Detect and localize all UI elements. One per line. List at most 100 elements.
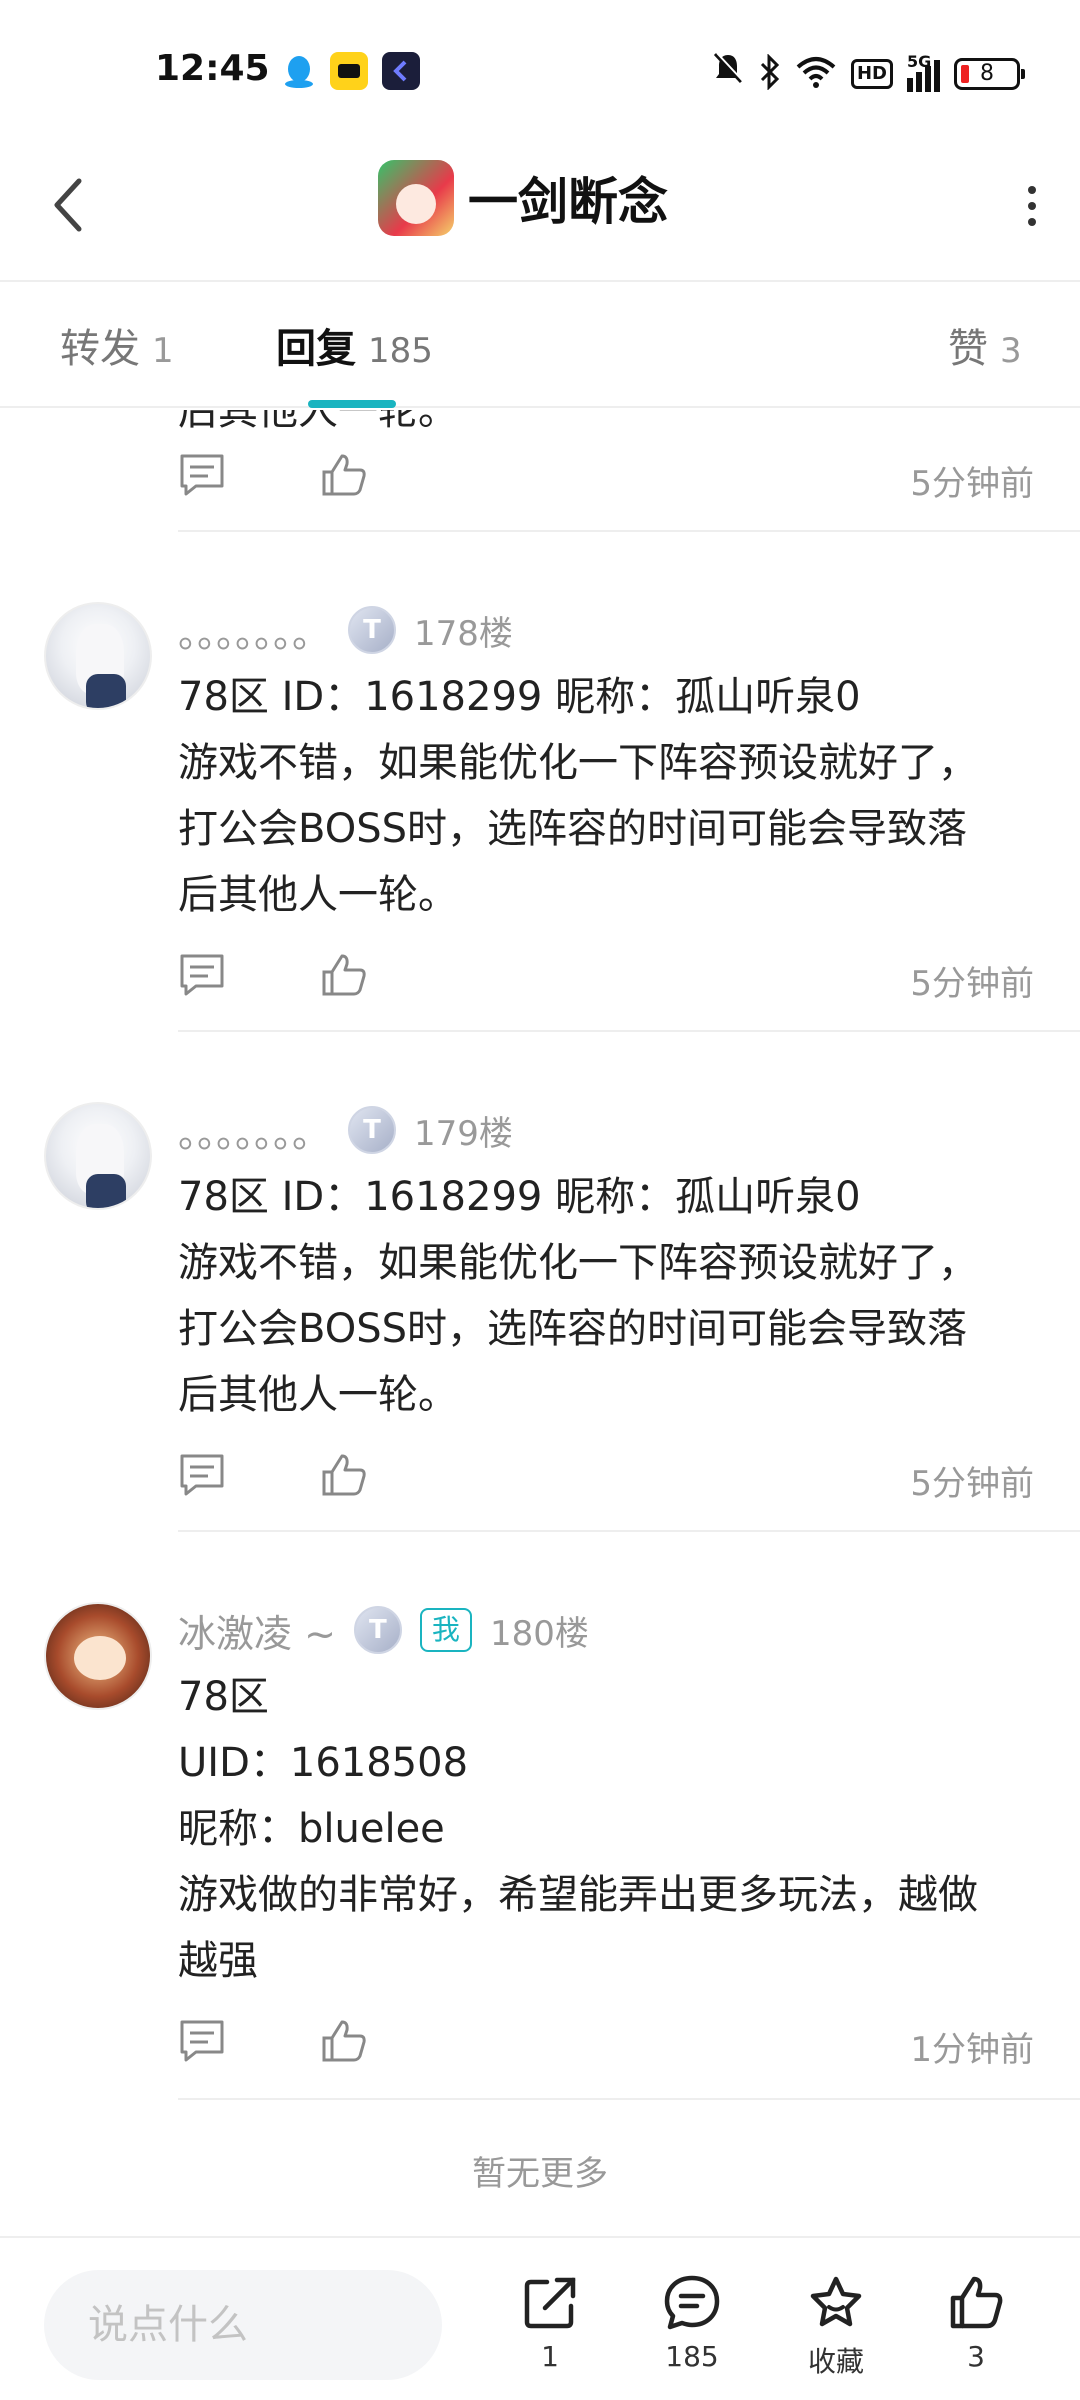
floor-number: 179楼 [414, 1113, 513, 1154]
tab-reply[interactable]: 回复 185 [276, 316, 433, 374]
comment-actions: 5分钟前 [178, 1452, 1034, 1512]
reply-list[interactable]: 后其他人一轮。 5分钟前 。。。。。。。 T 178楼 78区 ID：16182… [0, 410, 1080, 2230]
hd-label: HD [850, 58, 893, 89]
bottom-bar: 1 185 收藏 3 [0, 2236, 1080, 2400]
comment-text: 78区 ID：1618299 昵称：孤山听泉0 游戏不错，如果能优化一下阵容预设… [178, 664, 1038, 928]
top-app-bar: 一剑断念 [0, 130, 1080, 282]
partial-comment-text: 后其他人一轮。 [178, 410, 458, 434]
game-logo [378, 160, 454, 236]
comment-line: 打公会BOSS时，选阵容的时间可能会导致落 [178, 806, 968, 852]
thumbs-up-icon[interactable] [320, 952, 370, 1002]
wifi-icon [795, 55, 837, 93]
chat-bubble-icon [664, 2275, 720, 2330]
level-badge-icon: T [348, 606, 397, 654]
like-count: 3 [967, 2340, 985, 2373]
share-icon [524, 2277, 576, 2329]
thumbs-up-icon[interactable] [320, 2018, 370, 2068]
tab-bar: 转发 1 回复 185 赞 3 [0, 284, 1080, 408]
signal-icon: 5G [907, 52, 940, 92]
favorite-label: 收藏 [807, 2345, 864, 2378]
tab-like-label: 赞 [948, 326, 988, 372]
divider [178, 530, 1080, 532]
active-tab-indicator [308, 400, 396, 408]
title-area: 一剑断念 [378, 160, 668, 236]
divider [178, 1530, 1080, 1532]
comment-line: 78区 [178, 1674, 269, 1720]
comment-line: 游戏不错，如果能优化一下阵容预设就好了， [178, 1240, 978, 1286]
comment-time: 5分钟前 [910, 1464, 1034, 1504]
comment-text: 78区 UID：1618508 昵称：bluelee 游戏做的非常好，希望能弄出… [178, 1664, 1038, 1994]
share-count: 1 [541, 2340, 559, 2373]
comment-line: UID：1618508 [178, 1740, 469, 1786]
comment-actions: 1分钟前 [178, 2018, 1034, 2078]
network-label: 5G [907, 51, 932, 71]
battery-level: 8 [980, 61, 994, 86]
share-button[interactable]: 1 [500, 2274, 600, 2373]
reply-count: 185 [665, 2340, 719, 2373]
comment-line: 打公会BOSS时，选阵容的时间可能会导致落 [178, 1306, 968, 1352]
comment-line: 游戏做的非常好，希望能弄出更多玩法，越做 [178, 1872, 978, 1918]
level-badge-icon: T [348, 1106, 397, 1154]
thumbs-up-icon[interactable] [320, 452, 370, 502]
page-title: 一剑断念 [468, 173, 668, 231]
thumbs-up-icon[interactable] [320, 1452, 370, 1502]
chevron-left-icon [54, 178, 82, 232]
tab-like[interactable]: 赞 3 [948, 316, 1022, 374]
comment-header: 。。。。。。。 T 178楼 [178, 602, 513, 658]
nickname[interactable]: 冰激凌 ~ [178, 1603, 336, 1658]
comment-line: 78区 ID：1618299 昵称：孤山听泉0 [178, 1174, 861, 1220]
avatar[interactable] [44, 1602, 152, 1710]
comment-time: 5分钟前 [910, 464, 1034, 504]
no-more-label: 暂无更多 [472, 2154, 608, 2194]
more-vertical-icon [1028, 186, 1036, 194]
level-badge-icon: T [353, 1606, 402, 1654]
status-indicators: HD 5G 8 [711, 50, 1025, 97]
avatar[interactable] [44, 602, 152, 710]
tab-forward-label: 转发 [60, 326, 140, 372]
back-button[interactable] [38, 170, 98, 240]
comment-header: 冰激凌 ~ T 我 180楼 [178, 1602, 589, 1658]
tab-reply-label: 回复 [276, 326, 356, 372]
reply-comment-icon[interactable] [178, 452, 228, 502]
comment-text: 78区 ID：1618299 昵称：孤山听泉0 游戏不错，如果能优化一下阵容预设… [178, 1164, 1038, 1428]
divider [178, 1030, 1080, 1032]
reply-button[interactable]: 185 [642, 2274, 742, 2373]
comment-line: 78区 ID：1618299 昵称：孤山听泉0 [178, 674, 861, 720]
like-button[interactable]: 3 [926, 2274, 1026, 2373]
comment-line: 游戏不错，如果能优化一下阵容预设就好了， [178, 740, 978, 786]
tab-forward-count: 1 [152, 331, 174, 371]
qq-icon [280, 52, 318, 90]
star-icon [810, 2276, 862, 2327]
nickname[interactable]: 。。。。。。。 [178, 1103, 330, 1158]
comment-time: 5分钟前 [910, 964, 1034, 1004]
battery-icon: 8 [954, 57, 1025, 90]
favorite-button[interactable]: 收藏 [786, 2274, 886, 2380]
thumbs-up-icon [950, 2276, 1003, 2329]
comment-actions: 5分钟前 [178, 452, 1034, 512]
avatar[interactable] [44, 1102, 152, 1210]
comment-time: 1分钟前 [910, 2030, 1034, 2070]
reply-comment-icon[interactable] [178, 1452, 228, 1502]
tab-like-count: 3 [1000, 331, 1022, 371]
comment-line: 昵称：bluelee [178, 1806, 445, 1852]
tab-forward[interactable]: 转发 1 [60, 316, 174, 374]
floor-number: 178楼 [414, 613, 513, 654]
status-time: 12:45 [155, 48, 270, 89]
comment-line: 后其他人一轮。 [178, 872, 458, 918]
kuaishou-icon [330, 52, 368, 90]
app-icon [382, 52, 420, 90]
comment-input[interactable] [44, 2270, 442, 2380]
comment-line: 后其他人一轮。 [178, 1372, 458, 1418]
floor-number: 180楼 [489, 1613, 589, 1654]
me-tag: 我 [419, 1608, 472, 1652]
bluetooth-icon [759, 52, 781, 94]
comment-actions: 5分钟前 [178, 952, 1034, 1012]
mute-bell-icon [711, 50, 745, 97]
status-bar: 12:45 HD 5G 8 [0, 0, 1080, 130]
divider [178, 2098, 1080, 2100]
more-options-button[interactable] [1002, 174, 1062, 238]
nickname[interactable]: 。。。。。。。 [178, 603, 330, 658]
reply-comment-icon[interactable] [178, 2018, 228, 2068]
reply-comment-icon[interactable] [178, 952, 228, 1002]
comment-line: 越强 [178, 1938, 258, 1984]
